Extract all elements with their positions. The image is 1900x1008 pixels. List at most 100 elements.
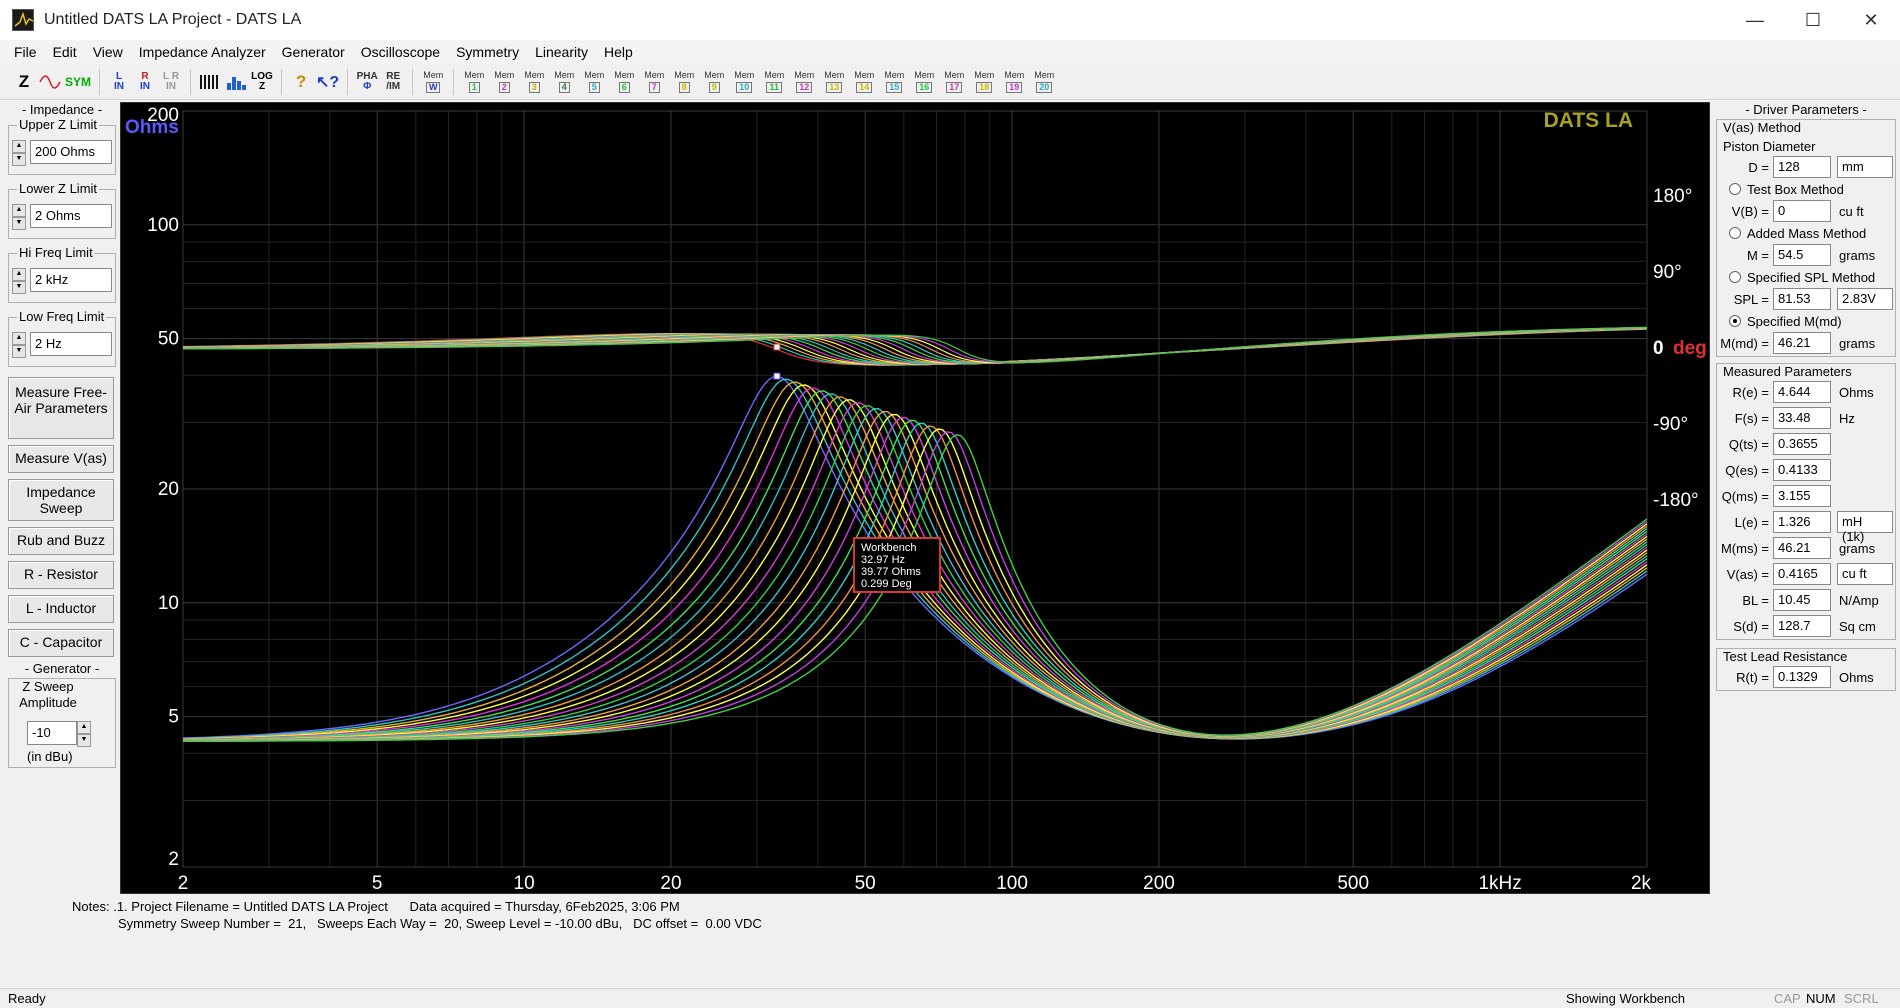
memory-3-button[interactable]: Mem 3 xyxy=(521,68,547,96)
context-help-icon[interactable]: ↖? xyxy=(315,68,340,96)
measured-value[interactable]: 0.3655 xyxy=(1773,433,1831,455)
menu-view[interactable]: View xyxy=(85,44,131,60)
right-in-button[interactable]: R IN xyxy=(133,68,157,96)
impedance-plot[interactable]: 200 100 50 20 10 5 2 2 5 10 20 50 100 200 500 1kHz 2k 180… xyxy=(120,102,1710,894)
impedance-sweep-button[interactable]: Impedance Sweep xyxy=(8,479,114,521)
measured-value[interactable]: 46.21 xyxy=(1773,537,1831,559)
spin-up-icon[interactable]: ▲ xyxy=(77,721,91,734)
measured-value[interactable]: 33.48 xyxy=(1773,407,1831,429)
lower-z-spinner[interactable]: ▲ ▼ xyxy=(12,204,26,230)
measured-value[interactable]: 0.4133 xyxy=(1773,459,1831,481)
memory-16-button[interactable]: Mem 16 xyxy=(911,68,937,96)
memory-17-button[interactable]: Mem 17 xyxy=(941,68,967,96)
menu-help[interactable]: Help xyxy=(596,44,641,60)
spin-down-icon[interactable]: ▼ xyxy=(12,217,26,230)
menu-linearity[interactable]: Linearity xyxy=(527,44,596,60)
memory-12-button[interactable]: Mem 12 xyxy=(791,68,817,96)
real-imag-button[interactable]: RE/IM xyxy=(381,68,405,96)
memory-20-button[interactable]: Mem 20 xyxy=(1031,68,1057,96)
memory-9-button[interactable]: Mem 9 xyxy=(701,68,727,96)
sine-wave-icon[interactable] xyxy=(38,68,62,96)
menu-generator[interactable]: Generator xyxy=(274,44,353,60)
cursor-readout: Workbench 32.97 Hz 39.77 Ohms 0.299 Deg xyxy=(853,537,941,593)
spin-down-icon[interactable]: ▼ xyxy=(12,153,26,166)
memory-15-button[interactable]: Mem 15 xyxy=(881,68,907,96)
symmetry-button[interactable]: SYM xyxy=(64,68,92,96)
memory-11-button[interactable]: Mem 11 xyxy=(761,68,787,96)
memory-7-button[interactable]: Mem 7 xyxy=(641,68,667,96)
radio-icon[interactable] xyxy=(1729,183,1741,195)
spin-up-icon[interactable]: ▲ xyxy=(12,204,26,217)
help-icon[interactable]: ? xyxy=(289,68,313,96)
left-in-button[interactable]: L IN xyxy=(107,68,131,96)
menu-edit[interactable]: Edit xyxy=(45,44,85,60)
spin-up-icon[interactable]: ▲ xyxy=(12,332,26,345)
upper-z-spinner[interactable]: ▲ ▼ xyxy=(12,140,26,166)
measure-free-air-button[interactable]: Measure Free-Air Parameters xyxy=(8,377,114,439)
log-z-button[interactable]: LOG Z xyxy=(250,68,274,96)
inductor-button[interactable]: L - Inductor xyxy=(8,595,114,623)
hi-freq-spinner[interactable]: ▲ ▼ xyxy=(12,268,26,294)
memory-6-button[interactable]: Mem 6 xyxy=(611,68,637,96)
measure-vas-button[interactable]: Measure V(as) xyxy=(8,445,114,473)
memory-18-button[interactable]: Mem 18 xyxy=(971,68,997,96)
left-right-in-button[interactable]: L R IN xyxy=(159,68,183,96)
specified-spl-method-radio[interactable]: Specified SPL Method xyxy=(1717,268,1895,286)
spin-down-icon[interactable]: ▼ xyxy=(12,281,26,294)
measured-value[interactable]: 4.644 xyxy=(1773,381,1831,403)
menu-symmetry[interactable]: Symmetry xyxy=(448,44,527,60)
hi-freq-input[interactable]: 2 kHz xyxy=(30,268,112,292)
d-input[interactable]: 128 xyxy=(1773,156,1831,178)
radio-selected-icon[interactable] xyxy=(1729,315,1741,327)
memory-13-button[interactable]: Mem 13 xyxy=(821,68,847,96)
memory-1-button[interactable]: Mem 1 xyxy=(461,68,487,96)
spin-up-icon[interactable]: ▲ xyxy=(12,140,26,153)
menu-oscilloscope[interactable]: Oscilloscope xyxy=(353,44,448,60)
lower-z-input[interactable]: 2 Ohms xyxy=(30,204,112,228)
memory-10-button[interactable]: Mem 10 xyxy=(731,68,757,96)
upper-z-input[interactable]: 200 Ohms xyxy=(30,140,112,164)
menu-file[interactable]: File xyxy=(6,44,45,60)
radio-icon[interactable] xyxy=(1729,271,1741,283)
measured-value[interactable]: 0.4165 xyxy=(1773,563,1831,585)
amplitude-input[interactable]: -10 xyxy=(27,721,77,745)
menu-impedance-analyzer[interactable]: Impedance Analyzer xyxy=(131,44,274,60)
memory-14-button[interactable]: Mem 14 xyxy=(851,68,877,96)
memory-4-button[interactable]: Mem 4 xyxy=(551,68,577,96)
bar-graph-icon[interactable] xyxy=(224,68,248,96)
capacitor-button[interactable]: C - Capacitor xyxy=(8,629,114,657)
waterfall-icon[interactable] xyxy=(198,68,222,96)
phase-button[interactable]: PHA Φ xyxy=(355,68,379,96)
impedance-mode-button[interactable]: Z xyxy=(12,68,36,96)
vb-input[interactable]: 0 xyxy=(1773,200,1831,222)
specified-mmd-radio[interactable]: Specified M(md) xyxy=(1717,312,1895,330)
measured-value[interactable]: 1.326 xyxy=(1773,511,1831,533)
spin-up-icon[interactable]: ▲ xyxy=(12,268,26,281)
spin-down-icon[interactable]: ▼ xyxy=(77,734,91,747)
maximize-icon[interactable]: ☐ xyxy=(1784,0,1842,40)
m-input[interactable]: 54.5 xyxy=(1773,244,1831,266)
minimize-icon[interactable]: — xyxy=(1726,0,1784,40)
impedance-chart-svg[interactable]: 200100502010522 5 10 20 50 100 200 500 1kHz 2k180… xyxy=(121,103,1709,893)
measured-value[interactable]: 128.7 xyxy=(1773,615,1831,637)
spl-input[interactable]: 81.53 xyxy=(1773,288,1831,310)
added-mass-method-radio[interactable]: Added Mass Method xyxy=(1717,224,1895,242)
memory-workbench-button[interactable]: Mem W xyxy=(420,68,446,96)
memory-8-button[interactable]: Mem 8 xyxy=(671,68,697,96)
memory-19-button[interactable]: Mem 19 xyxy=(1001,68,1027,96)
memory-2-button[interactable]: Mem 2 xyxy=(491,68,517,96)
measured-value[interactable]: 10.45 xyxy=(1773,589,1831,611)
measured-value[interactable]: 3.155 xyxy=(1773,485,1831,507)
radio-icon[interactable] xyxy=(1729,227,1741,239)
close-icon[interactable]: ✕ xyxy=(1842,0,1900,40)
mmd-input[interactable]: 46.21 xyxy=(1773,332,1831,354)
memory-5-button[interactable]: Mem 5 xyxy=(581,68,607,96)
rt-input[interactable]: 0.1329 xyxy=(1773,666,1831,688)
spin-down-icon[interactable]: ▼ xyxy=(12,345,26,358)
amplitude-spinner[interactable]: ▲ ▼ xyxy=(77,721,91,747)
resistor-button[interactable]: R - Resistor xyxy=(8,561,114,589)
low-freq-spinner[interactable]: ▲ ▼ xyxy=(12,332,26,358)
rub-and-buzz-button[interactable]: Rub and Buzz xyxy=(8,527,114,555)
test-box-method-radio[interactable]: Test Box Method xyxy=(1717,180,1895,198)
low-freq-input[interactable]: 2 Hz xyxy=(30,332,112,356)
